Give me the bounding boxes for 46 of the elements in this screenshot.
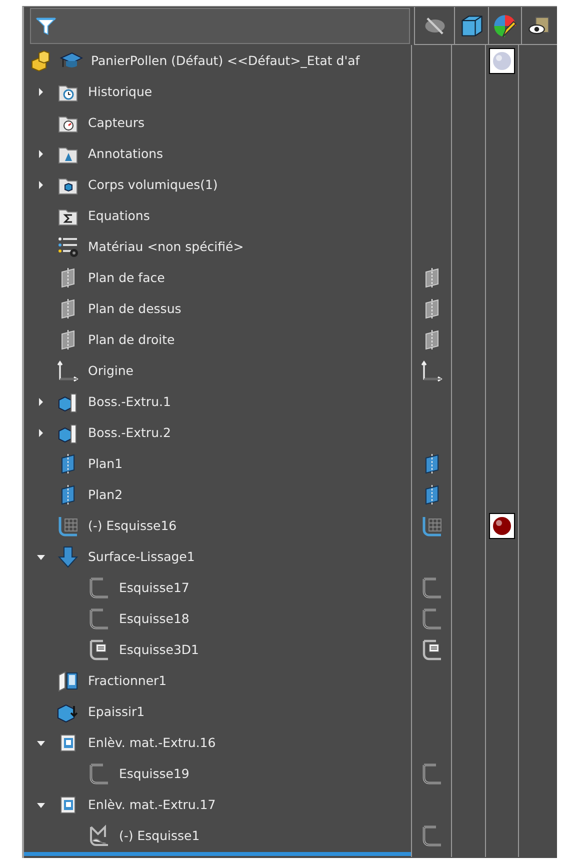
- appearance-swatch[interactable]: [489, 512, 515, 538]
- tree-item[interactable]: Capteurs: [88, 115, 144, 130]
- tree-item[interactable]: Plan1: [88, 456, 123, 471]
- tree-item[interactable]: Enlèv. mat.-Extru.17: [88, 797, 216, 812]
- expand-arrow[interactable]: [36, 180, 46, 190]
- tree-item[interactable]: Boss.-Extru.2: [88, 425, 171, 440]
- cube-icon[interactable]: [458, 12, 484, 38]
- tree-item[interactable]: Plan de dessus: [88, 301, 182, 316]
- tree-item[interactable]: Plan de droite: [88, 332, 175, 347]
- sketch-icon: [87, 576, 111, 600]
- tree-item[interactable]: Plan de face: [88, 270, 165, 285]
- tree-item[interactable]: (-) Esquisse1: [119, 828, 200, 843]
- sketch-icon: [87, 606, 111, 630]
- tree-item[interactable]: Esquisse18: [119, 611, 190, 626]
- sketch-3d-icon: [87, 638, 111, 662]
- color-pencil-icon[interactable]: [492, 12, 518, 38]
- expand-arrow[interactable]: [36, 86, 46, 96]
- filter-field[interactable]: [30, 8, 410, 44]
- axes-icon: [56, 358, 80, 382]
- sketch-icon: [87, 762, 111, 786]
- arrow-down-icon: [56, 544, 80, 568]
- tree-item[interactable]: Corps volumiques(1): [88, 177, 218, 192]
- tree-item[interactable]: (-) Esquisse16: [88, 518, 177, 533]
- axes-icon[interactable]: [420, 358, 444, 382]
- appearance-swatch[interactable]: [489, 48, 515, 74]
- tree-item[interactable]: Boss.-Extru.1: [88, 394, 171, 409]
- tree-item[interactable]: Matériau <non spécifié>: [88, 239, 244, 254]
- tree-item[interactable]: Esquisse17: [119, 580, 190, 595]
- tree-item[interactable]: Origine: [88, 363, 134, 378]
- tree-item[interactable]: Annotations: [88, 146, 164, 161]
- tree-item[interactable]: Historique: [88, 84, 152, 99]
- tree-item[interactable]: Epaissir1: [88, 704, 145, 719]
- expand-arrow[interactable]: [36, 148, 46, 158]
- tree-item[interactable]: Esquisse19: [119, 766, 190, 781]
- tree-item[interactable]: Equations: [88, 208, 150, 223]
- split-icon: [56, 668, 80, 692]
- expand-arrow[interactable]: [36, 428, 46, 438]
- tree-item[interactable]: Plan2: [88, 487, 123, 502]
- list-gear-icon: [56, 234, 80, 258]
- expand-arrow[interactable]: [36, 396, 46, 406]
- tree-item[interactable]: PanierPollen (Défaut) <<Défaut>_Etat d'af: [91, 53, 360, 68]
- sketch-hand-icon: [87, 824, 111, 848]
- tree-item[interactable]: Fractionner1: [88, 673, 167, 688]
- tree-item[interactable]: Enlèv. mat.-Extru.16: [88, 735, 216, 750]
- tree-item[interactable]: Surface-Lissage1: [88, 549, 195, 564]
- tree-item[interactable]: Esquisse3D1: [119, 642, 199, 657]
